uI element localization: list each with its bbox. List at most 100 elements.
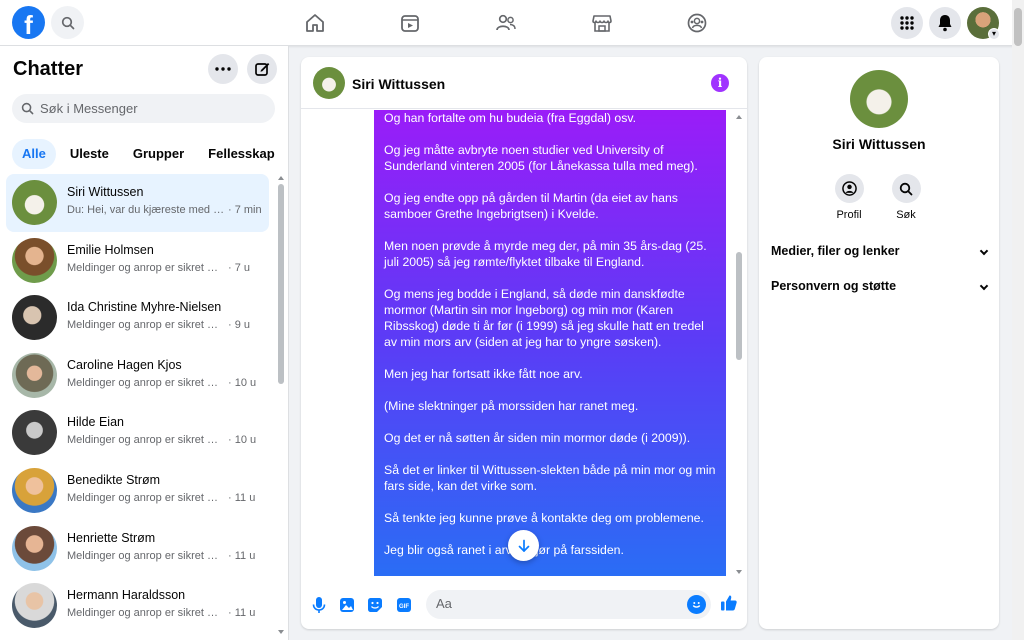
conversation-item[interactable]: Benedikte Strøm Meldinger og anrop er si… <box>6 462 269 520</box>
message-text: Men noen prøvde å myrde meg der, på min … <box>384 239 707 269</box>
profile-button[interactable] <box>834 174 864 203</box>
conversation-time: · 7 min <box>228 204 262 216</box>
conversation-list: Siri Wittussen Du: Hei, var du kjæreste … <box>6 174 271 635</box>
messenger-search-input[interactable] <box>40 101 260 116</box>
conversation-snippet: Meldinger og anrop er sikret med ... <box>67 261 227 274</box>
contact-name: Siri Wittussen <box>832 136 926 152</box>
account-chevron-down-icon[interactable]: ▾ <box>988 28 1000 40</box>
message-thread: Og han fortalte om hu budeia (fra Eggdal… <box>301 110 747 577</box>
conversation-info-icon[interactable]: i <box>711 74 729 92</box>
conversation-item[interactable]: Henriette Strøm Meldinger og anrop er si… <box>6 520 269 578</box>
message-text: Jeg blir også ranet i arven gjør på fars… <box>384 543 624 557</box>
conversation-time: · 7 u <box>228 261 251 274</box>
conversation-snippet: Du: Hei, var du kjæreste med mi... <box>67 204 227 216</box>
facebook-logo[interactable]: f <box>12 6 45 39</box>
message-composer: GIF <box>301 585 747 629</box>
marketplace-icon <box>592 15 612 32</box>
conversation-list-scrollbar[interactable] <box>277 176 285 636</box>
nav-home[interactable] <box>300 8 330 38</box>
message-text: Og det er nå søtten år siden min mormor … <box>384 431 691 445</box>
chevron-down-icon <box>979 246 989 256</box>
section-label: Personvern og støtte <box>771 279 897 293</box>
search-icon <box>61 16 74 29</box>
message-input-field[interactable] <box>426 590 711 619</box>
avatar <box>12 467 57 513</box>
conversation-item[interactable]: Siri Wittussen Du: Hei, var du kjæreste … <box>6 174 269 232</box>
send-like-button[interactable] <box>719 593 739 613</box>
search-icon <box>899 182 913 195</box>
conversation-time: · 11 u <box>228 549 256 562</box>
profile-label: Profil <box>836 209 862 221</box>
groups-icon <box>687 13 707 33</box>
message-text: Og jeg endte opp på gården til Martin (d… <box>384 191 678 221</box>
conversation-name: Hilde Eian <box>67 415 124 430</box>
avatar <box>12 295 57 341</box>
emoji-button[interactable] <box>687 595 706 614</box>
search-action[interactable]: Søk <box>886 174 926 221</box>
message-text: Men jeg har fortsatt ikke fått noe arv. <box>384 367 583 381</box>
message-text: Og jeg måtte avbryte noen studier ved Un… <box>384 143 698 173</box>
gif-button[interactable]: GIF <box>394 595 414 615</box>
message-input[interactable] <box>436 596 676 611</box>
gif-icon: GIF <box>397 598 411 612</box>
profile-action[interactable]: Profil <box>829 174 869 221</box>
conversation-name: Siri Wittussen <box>67 185 144 199</box>
chats-sidebar: Chatter Alle Uleste Grupper Fellesskap S… <box>0 46 289 640</box>
conversation-time: · 10 u <box>228 376 257 389</box>
conversation-item[interactable]: Caroline Hagen Kjos Meldinger og anrop e… <box>6 347 269 405</box>
nav-groups[interactable] <box>682 8 712 38</box>
new-message-button[interactable] <box>247 54 277 84</box>
conversation-snippet: Meldinger og anrop er sikret me... <box>67 607 227 620</box>
conversation-time: · 11 u <box>228 607 256 620</box>
messenger-search-field[interactable] <box>12 94 275 123</box>
chats-title: Chatter <box>13 58 84 80</box>
conversation-snippet: Meldinger og anrop er sikret med ... <box>67 319 227 332</box>
more-dots-icon <box>215 67 231 71</box>
attach-photo-button[interactable] <box>337 595 357 615</box>
section-label: Medier, filer og lenker <box>771 244 900 258</box>
profile-icon <box>841 181 857 196</box>
conversation-snippet: Meldinger og anrop er sikret me... <box>67 491 227 504</box>
nav-watch[interactable] <box>395 8 425 38</box>
conversation-item[interactable]: Hermann Haraldsson Meldinger og anrop er… <box>6 577 269 635</box>
chat-filter-tabs: Alle Uleste Grupper Fellesskap <box>12 139 285 169</box>
conversation-name: Benedikte Strøm <box>67 472 161 487</box>
media-files-links-section[interactable]: Medier, filer og lenker <box>771 239 989 263</box>
conversation-name: Henriette Strøm <box>67 530 156 545</box>
menu-button[interactable] <box>891 7 923 39</box>
search-icon <box>21 102 34 115</box>
message-thread-scrollbar[interactable] <box>735 112 743 577</box>
contact-profile-picture[interactable] <box>850 70 908 128</box>
compose-icon <box>255 63 270 76</box>
page-scrollbar[interactable] <box>1012 0 1024 640</box>
chevron-down-icon <box>979 281 989 291</box>
sticker-button[interactable] <box>365 595 385 615</box>
message-text: Og han fortalte om hu budeia (fra Eggdal… <box>384 111 637 125</box>
contact-name[interactable]: Siri Wittussen <box>352 76 445 92</box>
conversation-name: Caroline Hagen Kjos <box>67 357 182 372</box>
conversation-time: · 11 u <box>228 491 256 504</box>
search-in-conversation-button[interactable] <box>891 174 921 203</box>
notifications-button[interactable] <box>929 7 961 39</box>
message-text: (Mine slektninger på morssiden har ranet… <box>384 399 639 413</box>
conversation-item[interactable]: Hilde Eian Meldinger og anrop er sikret … <box>6 404 269 462</box>
filter-groups[interactable]: Grupper <box>123 139 194 169</box>
scroll-to-bottom-button[interactable] <box>508 530 539 561</box>
filter-unread[interactable]: Uleste <box>60 139 119 169</box>
contact-avatar[interactable] <box>313 67 345 99</box>
more-options-button[interactable] <box>208 54 238 84</box>
privacy-support-section[interactable]: Personvern og støtte <box>771 274 989 298</box>
search-button[interactable] <box>51 6 84 39</box>
nav-marketplace[interactable] <box>587 8 617 38</box>
conversation-time: · 9 u <box>228 319 251 332</box>
conversation-item[interactable]: Emilie Holmsen Meldinger og anrop er sik… <box>6 232 269 290</box>
voice-clip-button[interactable] <box>309 595 329 615</box>
thumbs-up-icon <box>721 595 737 611</box>
conversation-item[interactable]: Ida Christine Myhre-Nielsen Meldinger og… <box>6 289 269 347</box>
nav-friends[interactable] <box>491 8 521 38</box>
filter-all[interactable]: Alle <box>12 139 56 169</box>
message-text: Så det er linker til Wittussen-slekten b… <box>384 463 716 493</box>
svg-text:GIF: GIF <box>399 604 409 610</box>
conversation-snippet: Meldinger og anrop er sikret me... <box>67 376 227 389</box>
filter-communities[interactable]: Fellesskap <box>198 139 285 169</box>
